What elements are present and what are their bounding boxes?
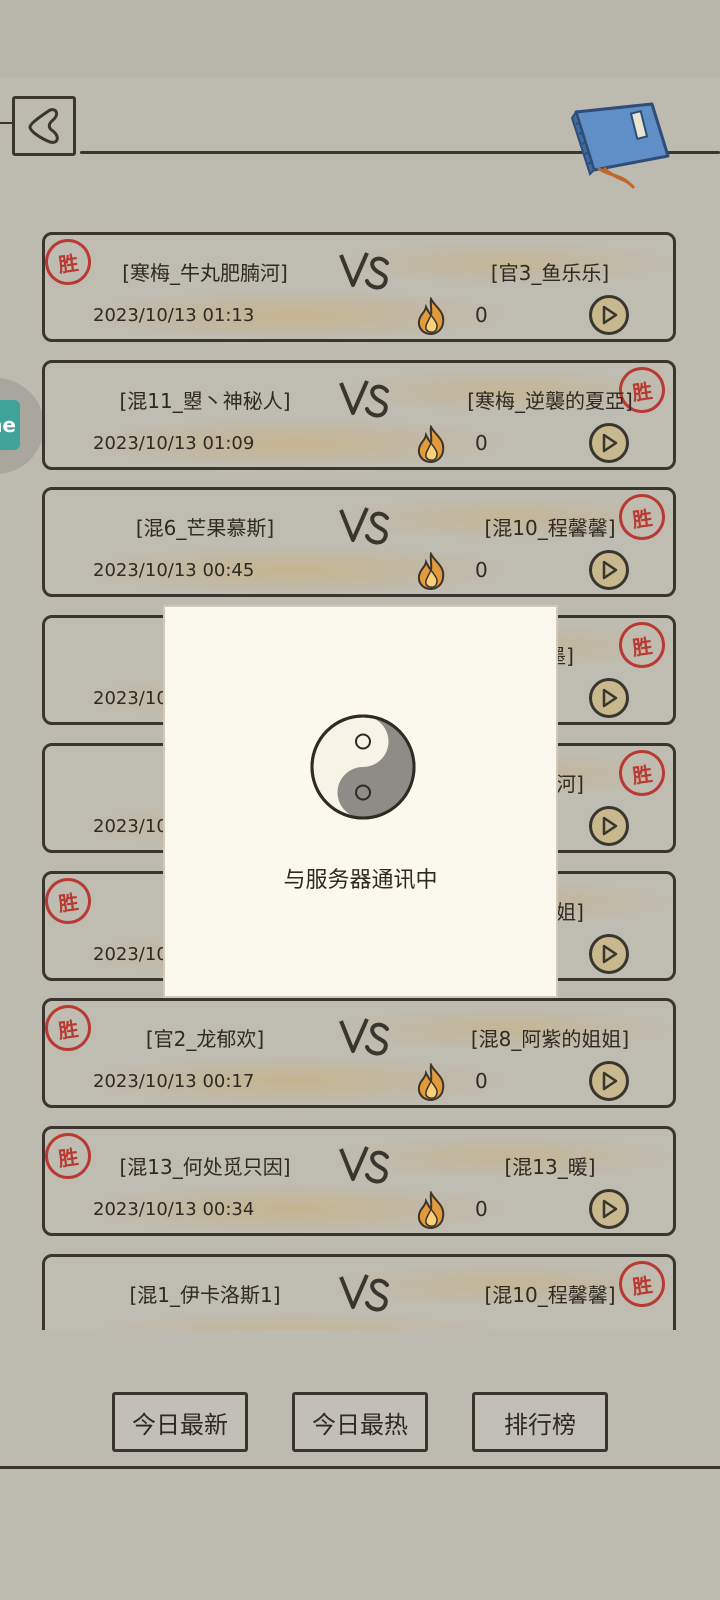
- play-icon: [602, 1071, 618, 1091]
- vs-icon: [339, 380, 389, 418]
- win-stamp: 胜: [42, 1002, 94, 1054]
- match-time: 2023/10/13 00:17: [93, 1071, 255, 1092]
- play-icon: [602, 944, 618, 964]
- replay-play-button[interactable]: [589, 1189, 629, 1229]
- hot-count: 0: [475, 1069, 488, 1093]
- replay-play-button[interactable]: [589, 295, 629, 335]
- left-player-name: [官2_龙郁欢]: [145, 1027, 265, 1051]
- hot-count: 0: [475, 431, 488, 455]
- footer-divider: [0, 1466, 720, 1469]
- match-time: 2023/10: [93, 688, 168, 709]
- hot-count: 0: [475, 558, 488, 582]
- left-player-name: [混1_伊卡洛斯1]: [129, 1283, 281, 1307]
- vs-icon: [339, 1018, 389, 1056]
- hot-count: 0: [475, 303, 488, 327]
- fire-icon: [417, 297, 445, 335]
- fire-icon: [417, 1191, 445, 1229]
- vs-icon: [339, 1146, 389, 1184]
- replay-play-button[interactable]: [589, 423, 629, 463]
- fire-icon: [417, 1063, 445, 1101]
- win-stamp: 胜: [42, 236, 94, 288]
- play-icon: [602, 560, 618, 580]
- win-stamp: 胜: [42, 875, 94, 927]
- right-player-name: [混8_阿紫的姐姐]: [470, 1027, 630, 1051]
- match-time: 2023/10/13 01:09: [93, 433, 255, 454]
- match-time: 2023/10: [93, 816, 168, 837]
- loading-message: 与服务器通讯中: [283, 868, 438, 893]
- right-player-name: [寒梅_逆襲的夏亞]: [467, 389, 633, 413]
- left-player-name: [混6_芒果慕斯]: [135, 516, 275, 540]
- loading-dialog: 与服务器通讯中: [163, 605, 558, 998]
- play-icon: [602, 688, 618, 708]
- replay-play-button[interactable]: [589, 550, 629, 590]
- win-stamp: 胜: [42, 1130, 94, 1182]
- play-icon: [602, 305, 618, 325]
- match-card[interactable]: 胜 [混1_伊卡洛斯1] [混10_程馨馨]: [42, 1254, 676, 1330]
- match-card[interactable]: 胜 [寒梅_牛丸肥腩河] [官3_鱼乐乐] 2023/10/13 01:13 0: [42, 232, 676, 342]
- replay-play-button[interactable]: [589, 806, 629, 846]
- match-card[interactable]: 胜 [混6_芒果慕斯] [混10_程馨馨] 2023/10/13 00:45 0: [42, 487, 676, 597]
- today-hottest-button[interactable]: 今日最热: [292, 1392, 428, 1452]
- left-player-name: [混13_何处觅只因]: [119, 1155, 291, 1179]
- replay-play-button[interactable]: [589, 1061, 629, 1101]
- leaderboard-button[interactable]: 排行榜: [472, 1392, 608, 1452]
- vs-icon: [339, 252, 389, 290]
- match-time: 2023/10/13 00:34: [93, 1199, 255, 1220]
- yinyang-icon: [310, 714, 416, 820]
- replay-play-button[interactable]: [589, 934, 629, 974]
- match-time: 2023/10/13 00:45: [93, 560, 255, 581]
- hot-count: 0: [475, 1197, 488, 1221]
- play-icon: [602, 1199, 618, 1219]
- fire-icon: [417, 425, 445, 463]
- match-time: 2023/10/13 01:13: [93, 305, 255, 326]
- replay-play-button[interactable]: [589, 678, 629, 718]
- right-player-name: [混10_程馨馨]: [484, 1283, 616, 1307]
- right-player-name: [混10_程馨馨]: [484, 516, 616, 540]
- fire-icon: [417, 552, 445, 590]
- vs-icon: [339, 1274, 389, 1312]
- right-player-name: [混13_暖]: [504, 1155, 596, 1179]
- match-time: 2023/10: [93, 944, 168, 965]
- right-player-name: [官3_鱼乐乐]: [490, 261, 610, 285]
- today-newest-button[interactable]: 今日最新: [112, 1392, 248, 1452]
- match-card[interactable]: 胜 [混11_曌丶神秘人] [寒梅_逆襲的夏亞] 2023/10/13 01:09 0: [42, 360, 676, 470]
- left-player-name: [寒梅_牛丸肥腩河]: [122, 261, 288, 285]
- match-card[interactable]: 胜 [官2_龙郁欢] [混8_阿紫的姐姐] 2023/10/13 00:17 0: [42, 998, 676, 1108]
- left-player-name: [混11_曌丶神秘人]: [119, 389, 291, 413]
- play-icon: [602, 816, 618, 836]
- vs-icon: [339, 507, 389, 545]
- match-card[interactable]: 胜 [混13_何处觅只因] [混13_暖] 2023/10/13 00:34 0: [42, 1126, 676, 1236]
- play-icon: [602, 433, 618, 453]
